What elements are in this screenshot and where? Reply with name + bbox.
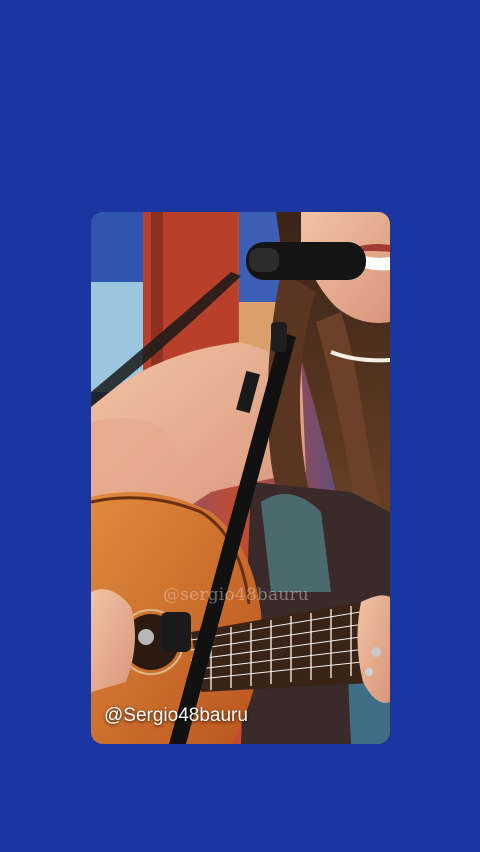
creator-handle[interactable]: @Sergio48bauru — [104, 705, 248, 727]
watermark-text: @sergio48bauru — [163, 585, 309, 605]
performance-photo — [91, 212, 390, 744]
video-frame[interactable]: @sergio48bauru @Sergio48bauru — [91, 212, 390, 744]
